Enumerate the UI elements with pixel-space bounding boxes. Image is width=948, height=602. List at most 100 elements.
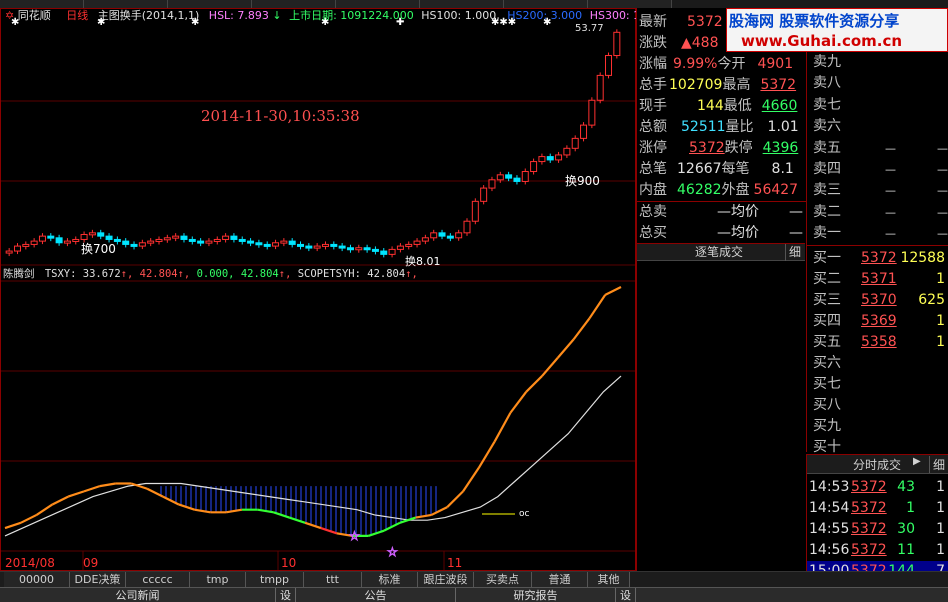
sell-row[interactable]: 卖一 — — xyxy=(813,223,948,244)
candle-body xyxy=(480,187,488,202)
tick-row[interactable]: 14:53 5372 43 1 xyxy=(807,477,948,498)
candle-body xyxy=(130,243,138,247)
indicator-tab[interactable]: 00000 xyxy=(4,572,70,588)
top-tab[interactable] xyxy=(420,0,504,8)
sub-title[interactable]: 陈腾剑 xyxy=(3,268,35,280)
value-waipan: 56427 xyxy=(753,182,799,198)
indicator-tab[interactable]: ccccc xyxy=(126,572,190,588)
buy-level-label: 买三 xyxy=(813,292,841,308)
chart-canvas[interactable]: ✱ ✱ ✱ ✱ ✚ ✱✱✱ ✱ ☆☆ xyxy=(1,9,635,570)
app-icon: ✡ xyxy=(5,9,15,22)
indicator-tab[interactable]: tmp xyxy=(190,572,246,588)
top-tab[interactable] xyxy=(252,0,336,8)
sell-dash: — xyxy=(937,227,948,241)
indicator-tab[interactable]: ttt xyxy=(304,572,362,588)
zongmai-dash: — xyxy=(789,204,803,220)
buy-row[interactable]: 买九 xyxy=(813,416,948,437)
tick-row[interactable]: 14:55 5372 30 1 xyxy=(807,519,948,540)
candle-body xyxy=(596,74,604,101)
company-news-button[interactable]: 公司新闻 xyxy=(0,588,276,602)
zhubi-detail-button[interactable]: 细 xyxy=(785,244,801,261)
report-settings-button[interactable]: 设 xyxy=(616,588,636,602)
indicator-segment xyxy=(462,467,480,492)
label-xianshou: 现手 xyxy=(639,98,667,114)
indicator-segment xyxy=(288,516,306,524)
buy-row[interactable]: 买四 5369 1 xyxy=(813,311,948,332)
tick-header[interactable]: 分时成交 ▶ 细 xyxy=(807,455,948,474)
indicator-segment xyxy=(556,338,575,359)
sell-row[interactable]: 卖八 xyxy=(813,73,948,94)
order-book: 卖九 卖八 卖七 卖六 卖五 — — 卖四 — — 卖三 — — 卖二 — — 卖一 — — 买一 5372 12588… xyxy=(806,52,948,455)
sell-row[interactable]: 卖九 xyxy=(813,52,948,73)
sell-row[interactable]: 卖四 — — xyxy=(813,159,948,180)
sell-row[interactable]: 卖三 — — xyxy=(813,180,948,201)
x-tick-3: 10 xyxy=(281,556,297,570)
candle-body xyxy=(363,247,371,251)
notice-button[interactable]: 公告 xyxy=(296,588,456,602)
indicator-segment xyxy=(446,490,464,508)
news-settings-button[interactable]: 设 xyxy=(276,588,296,602)
indicator-segment xyxy=(509,391,528,414)
top-tab[interactable] xyxy=(84,0,168,8)
buy-row[interactable]: 买二 5371 1 xyxy=(813,269,948,290)
buy-row[interactable]: 买六 xyxy=(813,353,948,374)
candle-body xyxy=(496,174,504,181)
zongmai-avg: —均价 xyxy=(717,204,759,220)
report-button[interactable]: 研究报告 xyxy=(456,588,616,602)
indicator-tab[interactable]: 其他 xyxy=(588,572,630,588)
top-tab[interactable] xyxy=(336,0,420,8)
top-tab[interactable] xyxy=(588,0,672,8)
value-zuidi: 4660 xyxy=(761,98,798,114)
top-tab[interactable] xyxy=(0,0,84,8)
candle-body xyxy=(222,235,230,240)
tick-row[interactable]: 14:54 5372 1 1 xyxy=(807,498,948,519)
buy-row[interactable]: 买五 5358 1 xyxy=(813,332,948,353)
indicator-tab[interactable]: tmpp xyxy=(246,572,304,588)
candle-body xyxy=(330,243,338,247)
candle-body xyxy=(72,238,80,242)
candle-body xyxy=(13,245,21,252)
indicator-segment xyxy=(225,508,243,514)
buy-row[interactable]: 买七 xyxy=(813,374,948,395)
sell-row[interactable]: 卖二 — — xyxy=(813,202,948,223)
indicator-segment xyxy=(477,441,496,469)
buy-level-label: 买二 xyxy=(813,271,841,287)
sell-dash: — xyxy=(885,227,896,241)
candle-body xyxy=(430,232,438,239)
top-tab[interactable] xyxy=(504,0,588,8)
label-zonge: 总额 xyxy=(639,119,667,135)
sell-row[interactable]: 卖七 xyxy=(813,95,948,116)
indicator-tab[interactable]: 买卖点 xyxy=(474,572,532,588)
candle-body xyxy=(188,238,196,242)
sell-row[interactable]: 卖五 — — xyxy=(813,138,948,159)
zhubi-header[interactable]: 逐笔成交 细 xyxy=(637,243,805,261)
sell-row[interactable]: 卖六 xyxy=(813,116,948,137)
sell-dash: — xyxy=(937,184,948,198)
scopetsyh-value: SCOPETSYH: 42.804 xyxy=(297,268,406,280)
candle-body xyxy=(588,99,596,126)
candle-body xyxy=(580,124,588,139)
indicator-tab[interactable]: 标准 xyxy=(362,572,418,588)
buy-row[interactable]: 买三 5370 625 xyxy=(813,290,948,311)
tick-detail-button[interactable]: 细 xyxy=(929,456,945,473)
indicator-tab[interactable]: 普通 xyxy=(532,572,588,588)
hsl-arrow: ↓ xyxy=(272,9,282,22)
tick-nav-icon[interactable]: ▶ xyxy=(913,456,921,467)
indicator-name[interactable]: 主图换手(2014,1,1) xyxy=(98,9,200,22)
buy-row[interactable]: 买一 5372 12588 xyxy=(813,248,948,269)
tick-row[interactable]: 14:56 5372 11 1 xyxy=(807,540,948,561)
sell-level-label: 卖八 xyxy=(813,75,841,92)
candle-body xyxy=(463,220,471,234)
zhubi-title[interactable]: 逐笔成交 xyxy=(695,244,743,261)
buy-row[interactable]: 买八 xyxy=(813,395,948,416)
candle-body xyxy=(388,248,396,255)
hs100-value: HS100: 1.000, xyxy=(421,9,500,22)
top-tab[interactable] xyxy=(168,0,252,8)
kline-chart-area[interactable]: ✱ ✱ ✱ ✱ ✚ ✱✱✱ ✱ ☆ ☆ ✡ 同花顺 日线 主图换手(2014,1,1) HS… xyxy=(0,8,640,571)
indicator-tab[interactable]: 跟庄波段 xyxy=(418,572,474,588)
tick-count: 1 xyxy=(936,521,945,537)
x-tick-1: 2014/08 xyxy=(5,556,55,570)
indicator-tab[interactable]: DDE决策 xyxy=(70,572,126,588)
period-label[interactable]: 日线 xyxy=(66,9,88,22)
candle-body xyxy=(338,245,346,249)
